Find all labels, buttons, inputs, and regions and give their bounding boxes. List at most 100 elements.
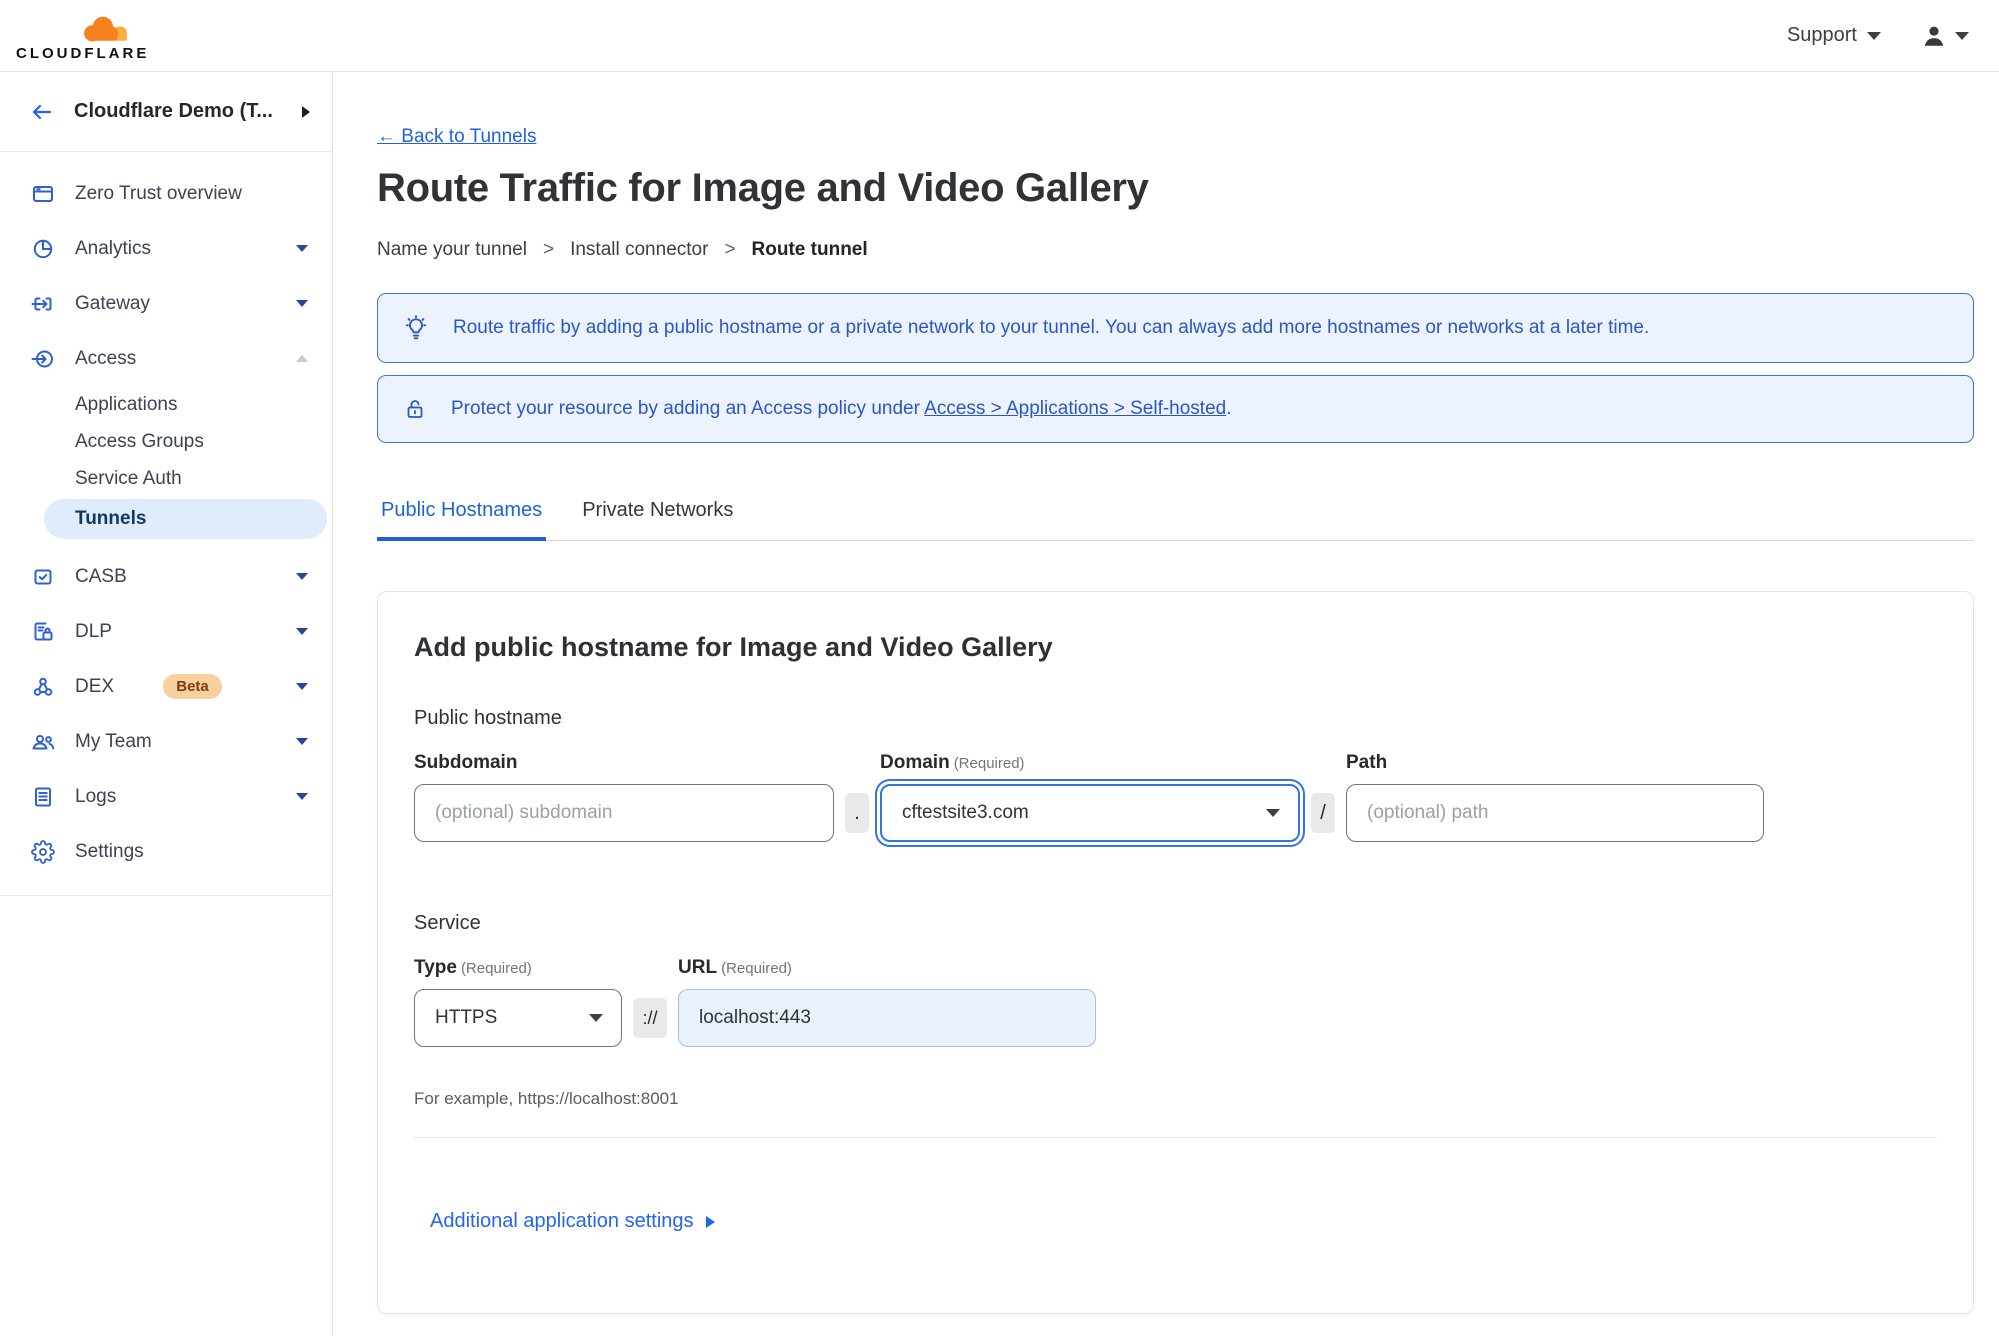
analytics-icon (30, 236, 56, 262)
support-menu[interactable]: Support (1787, 24, 1881, 47)
breadcrumb: Name your tunnel > Install connector > R… (377, 239, 1974, 261)
step-separator: > (542, 239, 555, 260)
sidebar-item-casb[interactable]: CASB (0, 549, 332, 604)
chevron-down-icon (589, 1014, 603, 1022)
dot-separator: . (845, 793, 869, 833)
sidebar-item-label: CASB (75, 565, 127, 587)
sidebar-item-service-auth[interactable]: Service Auth (0, 460, 332, 497)
card-heading: Add public hostname for Image and Video … (414, 632, 1053, 662)
chevron-down-icon (296, 300, 308, 307)
arrow-left-icon (32, 104, 52, 119)
chevron-down-icon (1867, 31, 1881, 40)
back-to-tunnels-link[interactable]: ← Back to Tunnels (377, 126, 536, 148)
sidebar-item-label: Analytics (75, 237, 152, 259)
chevron-down-icon (296, 738, 308, 745)
service-url-field: URL (Required) (678, 957, 1096, 1047)
url-example-text: For example, https://localhost:8001 (414, 1089, 679, 1108)
path-label: Path (1346, 752, 1388, 773)
url-label: URL (678, 957, 718, 978)
sidebar-item-label: DLP (75, 620, 112, 642)
domain-select[interactable]: cftestsite3.com (880, 784, 1300, 842)
service-url-input[interactable] (678, 989, 1096, 1047)
path-field: Path (1346, 752, 1764, 842)
public-hostname-label: Public hostname (414, 707, 562, 729)
sidebar-item-dex[interactable]: DEX Beta (0, 659, 332, 714)
chevron-right-icon (302, 105, 310, 118)
step-separator: > (724, 239, 736, 260)
sidebar-item-label: Zero Trust overview (75, 182, 242, 204)
sidebar-item-label: Settings (75, 840, 144, 862)
sidebar-item-dlp[interactable]: DLP (0, 604, 332, 659)
scheme-separator: :// (633, 998, 667, 1038)
banner-text: . (1226, 398, 1232, 419)
sidebar-item-tunnels[interactable]: Tunnels (44, 499, 327, 539)
user-menu[interactable] (1921, 23, 1969, 49)
access-icon (30, 346, 56, 372)
chevron-down-icon (296, 245, 308, 252)
additional-application-settings-toggle[interactable]: Additional application settings (430, 1210, 715, 1233)
tab-private-networks[interactable]: Private Networks (578, 499, 737, 540)
slash-separator: / (1311, 793, 1335, 833)
logs-icon (30, 784, 56, 810)
chevron-down-icon (296, 628, 308, 635)
cloudflare-logo[interactable]: CLOUDFLARE (16, 14, 149, 62)
sidebar-item-label: My Team (75, 730, 152, 752)
domain-field: Domain (Required) cftestsite3.com (880, 752, 1300, 842)
sidebar-item-access[interactable]: Access (0, 331, 332, 386)
cloudflare-cloud-icon (84, 16, 127, 41)
account-name: Cloudflare Demo (T... (74, 100, 273, 122)
service-type-select[interactable]: HTTPS (414, 989, 622, 1047)
required-label: (Required) (953, 755, 1025, 772)
service-label: Service (414, 912, 481, 934)
sidebar-item-label: Access (75, 347, 137, 369)
step-name-your-tunnel[interactable]: Name your tunnel (377, 239, 527, 261)
main-content: ← Back to Tunnels Route Traffic for Imag… (333, 72, 1999, 1336)
access-applications-self-hosted-link[interactable]: Access > Applications > Self-hosted (924, 398, 1226, 419)
chevron-down-icon (1266, 809, 1280, 817)
sidebar-item-settings[interactable]: Settings (0, 824, 332, 879)
sidebar-nav: Zero Trust overview Analytics Gateway Ac… (0, 152, 332, 896)
sidebar-item-my-team[interactable]: My Team (0, 714, 332, 769)
route-traffic-info-banner: Route traffic by adding a public hostnam… (377, 293, 1974, 363)
lightbulb-icon (403, 315, 429, 341)
domain-value: cftestsite3.com (902, 802, 1029, 823)
sidebar: Cloudflare Demo (T... Zero Trust overvie… (0, 72, 333, 1336)
sidebar-item-gateway[interactable]: Gateway (0, 276, 332, 331)
sidebar-item-analytics[interactable]: Analytics (0, 221, 332, 276)
step-install-connector[interactable]: Install connector (570, 239, 708, 261)
domain-label: Domain (880, 752, 950, 773)
sidebar-item-logs[interactable]: Logs (0, 769, 332, 824)
page-title: Route Traffic for Image and Video Galler… (377, 166, 1149, 210)
dex-icon (30, 674, 56, 700)
subdomain-input[interactable] (414, 784, 834, 842)
tab-public-hostnames[interactable]: Public Hostnames (377, 499, 547, 541)
required-label: (Required) (721, 960, 792, 977)
subdomain-label: Subdomain (414, 752, 518, 773)
chevron-down-icon (296, 793, 308, 800)
access-policy-banner: Protect your resource by adding an Acces… (377, 375, 1974, 443)
service-type-field: Type (Required) HTTPS (414, 957, 622, 1047)
access-submenu: Applications Access Groups Service Auth … (0, 386, 332, 539)
required-label: (Required) (460, 960, 532, 977)
chevron-right-icon (705, 1215, 715, 1228)
dlp-icon (30, 619, 56, 645)
public-hostname-card: Add public hostname for Image and Video … (377, 591, 1974, 1314)
sidebar-item-applications[interactable]: Applications (0, 386, 332, 423)
user-icon (1924, 26, 1944, 46)
sidebar-item-access-groups[interactable]: Access Groups (0, 423, 332, 460)
banner-text: Protect your resource by adding an Acces… (451, 398, 925, 419)
account-switcher[interactable]: Cloudflare Demo (T... (0, 72, 332, 152)
sidebar-item-zero-trust-overview[interactable]: Zero Trust overview (0, 166, 332, 221)
path-input[interactable] (1346, 784, 1764, 842)
beta-badge: Beta (163, 674, 222, 699)
tab-bar: Public Hostnames Private Networks (377, 499, 1974, 541)
sidebar-item-label: DEX (75, 675, 115, 697)
chevron-down-icon (296, 683, 309, 690)
lock-icon (403, 397, 427, 421)
gateway-icon (30, 291, 56, 317)
sidebar-divider (0, 895, 332, 896)
overview-icon (30, 181, 56, 207)
sidebar-item-label: Logs (75, 785, 117, 807)
cloudflare-wordmark: CLOUDFLARE (16, 44, 150, 62)
support-label: Support (1786, 24, 1857, 46)
